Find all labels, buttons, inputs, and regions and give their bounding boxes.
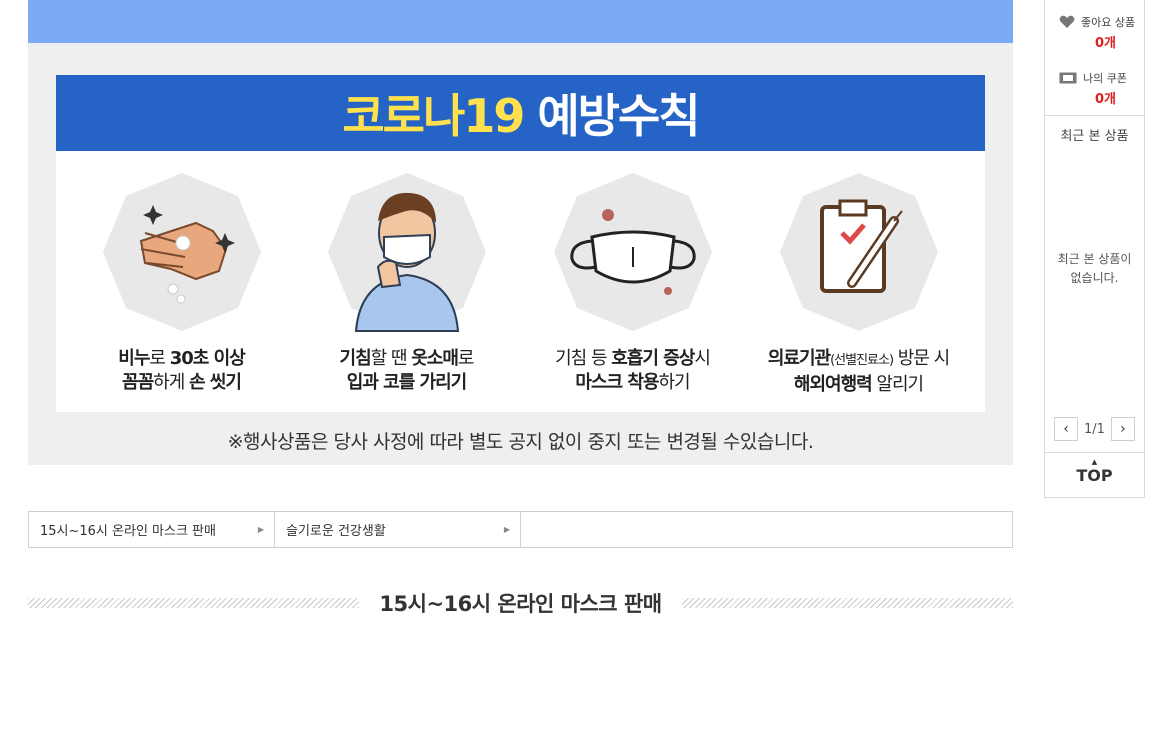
banner-title-part2: 예방수칙: [537, 89, 700, 143]
tab-online-mask-sale[interactable]: 15시~16시 온라인 마스크 판매 ▶: [29, 512, 275, 547]
hatch-divider-right: [681, 598, 1013, 608]
covid-prevention-banner: 코로나19 예방수칙 비누로 30초 이상 꼼꼼하게 손 씻기 기침할 땐 옷소…: [28, 43, 1013, 465]
chevron-left-icon: ‹: [1063, 421, 1069, 437]
category-tabbar: 15시~16시 온라인 마스크 판매 ▶ 슬기로운 건강생활 ▶: [28, 511, 1013, 548]
rule-cough-etiquette: 기침할 땐 옷소매로 입과 코를 가리기: [294, 171, 519, 395]
tab-empty-slot: [521, 512, 1012, 547]
prevention-rules: 비누로 30초 이상 꼼꼼하게 손 씻기 기침할 땐 옷소매로 입과 코를 가리…: [56, 171, 985, 401]
coupon-icon: [1059, 72, 1077, 84]
recent-products-title: 최근 본 상품: [1060, 129, 1129, 144]
recent-pager: ‹ 1/1 ›: [1045, 417, 1144, 441]
recent-products-empty: 최근 본 상품이 없습니다.: [1057, 252, 1132, 285]
rule-handwash: 비누로 30초 이상 꼼꼼하게 손 씻기: [69, 171, 294, 395]
caret-up-icon: ▲: [1091, 458, 1098, 466]
event-notice: ※행사상품은 당사 사정에 따라 별도 공지 없이 중지 또는 변경될 수있습니…: [227, 431, 814, 453]
tab-label: 15시~16시 온라인 마스크 판매: [40, 524, 216, 539]
heart-icon: [1059, 15, 1075, 28]
page-indicator: 1/1: [1084, 421, 1105, 437]
page: 코로나19 예방수칙 비누로 30초 이상 꼼꼼하게 손 씻기 기침할 땐 옷소…: [0, 0, 1174, 731]
scroll-top-button[interactable]: ▲ TOP: [1045, 458, 1144, 486]
section-heading: 15시~16시 온라인 마스크 판매: [28, 590, 1013, 616]
hatch-divider-left: [28, 598, 360, 608]
liked-count: 0개: [1095, 36, 1117, 51]
chevron-right-icon: ›: [1120, 421, 1126, 437]
rule-caption: 의료기관(선별진료소) 방문 시 해외여행력 알리기: [767, 348, 950, 395]
quick-menu: 좋아요 상품 0개 나의 쿠폰 0개 최근 본 상품 최근 본 상품이 없습니다…: [1044, 0, 1145, 498]
prev-page-button[interactable]: ‹: [1054, 417, 1079, 441]
rule-caption: 기침 등 호흡기 증상시 마스크 착용하기: [555, 348, 711, 393]
top-banner-strip: [28, 0, 1013, 43]
banner-card: 코로나19 예방수칙 비누로 30초 이상 꼼꼼하게 손 씻기 기침할 땐 옷소…: [56, 75, 985, 412]
liked-label: 좋아요 상품: [1081, 16, 1136, 29]
top-label: TOP: [1076, 466, 1113, 485]
caret-right-icon: ▶: [503, 525, 510, 534]
banner-title-part1: 코로나19: [342, 89, 525, 143]
rule-wear-mask: 기침 등 호흡기 증상시 마스크 착용하기: [520, 171, 745, 395]
tab-healthy-life[interactable]: 슬기로운 건강생활 ▶: [275, 512, 521, 547]
coupon-count: 0개: [1095, 92, 1117, 107]
coupon-label: 나의 쿠폰: [1083, 72, 1127, 85]
section-title: 15시~16시 온라인 마스크 판매: [379, 592, 662, 616]
divider: [1045, 115, 1144, 116]
banner-heading: 코로나19 예방수칙: [56, 75, 985, 151]
tab-label: 슬기로운 건강생활: [286, 524, 386, 539]
clipboard-syringe-icon: [779, 173, 938, 331]
cough-person-icon: [327, 173, 486, 332]
rule-caption: 기침할 땐 옷소매로 입과 코를 가리기: [339, 348, 475, 393]
divider: [1045, 452, 1144, 453]
my-coupons[interactable]: 나의 쿠폰 0개: [1045, 70, 1144, 107]
next-page-button[interactable]: ›: [1110, 417, 1135, 441]
caret-right-icon: ▶: [257, 525, 264, 534]
liked-products[interactable]: 좋아요 상품 0개: [1045, 14, 1144, 51]
rule-caption: 비누로 30초 이상 꼼꼼하게 손 씻기: [118, 348, 245, 393]
mask-icon: [553, 173, 712, 331]
handwash-icon: [102, 173, 261, 331]
rule-report-travel: 의료기관(선별진료소) 방문 시 해외여행력 알리기: [746, 171, 971, 397]
